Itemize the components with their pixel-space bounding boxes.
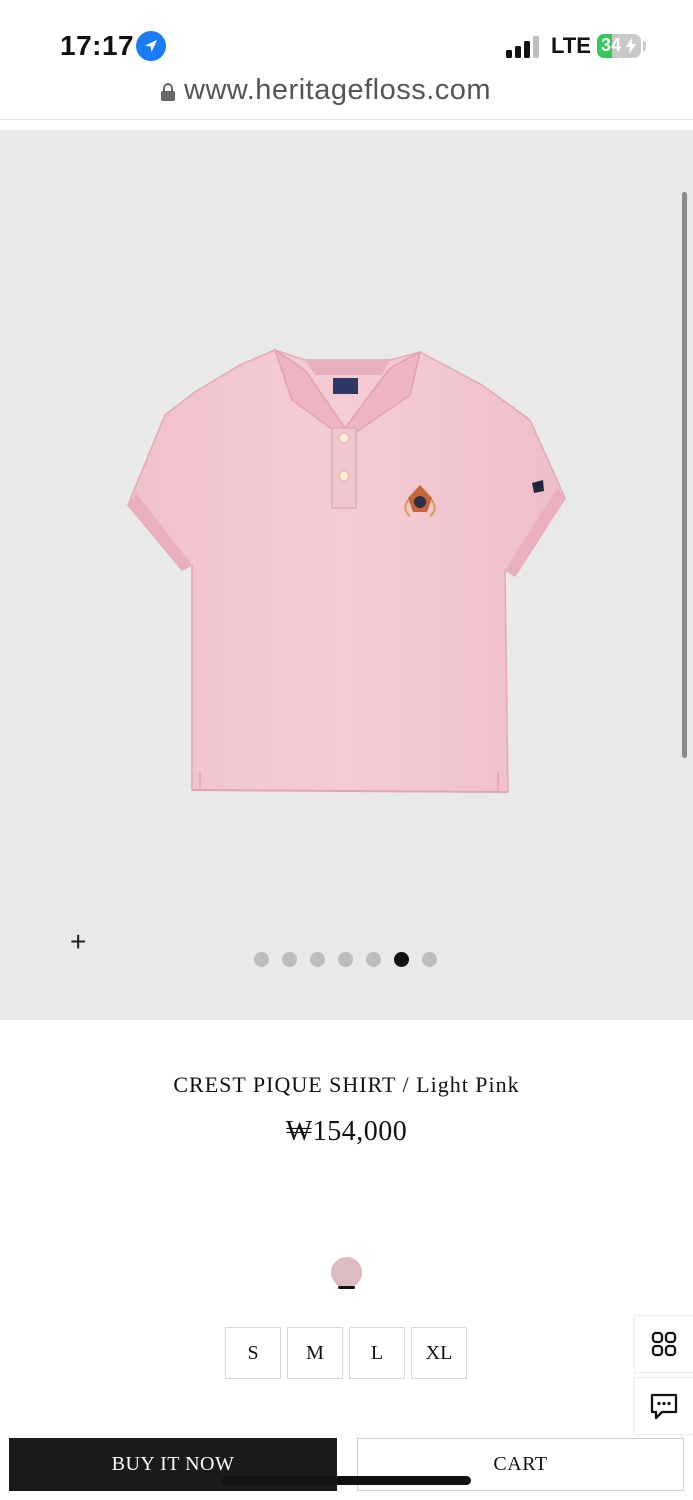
url-text: www.heritagefloss.com — [184, 74, 492, 106]
size-option-m[interactable]: M — [287, 1327, 343, 1379]
size-selector: S M L XL — [225, 1327, 467, 1379]
gallery-dot[interactable] — [310, 952, 325, 967]
gallery-dot[interactable] — [366, 952, 381, 967]
product-image — [127, 348, 566, 793]
gallery-pagination — [254, 952, 437, 968]
gallery-dot[interactable] — [422, 952, 437, 967]
product-title: CREST PIQUE SHIRT / Light Pink — [173, 1072, 520, 1097]
grid-icon — [651, 1331, 677, 1357]
gallery-dot[interactable] — [282, 952, 297, 967]
scrollbar[interactable] — [682, 192, 687, 758]
gallery-dot[interactable] — [338, 952, 353, 967]
product-price: ₩154,000 — [285, 1116, 408, 1147]
color-swatch[interactable] — [331, 1257, 362, 1288]
chat-button[interactable] — [634, 1377, 693, 1435]
status-time: 17:17 — [60, 30, 135, 61]
size-option-l[interactable]: L — [349, 1327, 405, 1379]
size-option-xl[interactable]: XL — [411, 1327, 467, 1379]
address-bar[interactable]: www.heritagefloss.com — [0, 70, 693, 120]
cellular-signal-icon — [506, 36, 542, 58]
network-type: LTE — [551, 33, 591, 58]
gallery-dot[interactable] — [394, 952, 409, 967]
grid-menu-button[interactable] — [634, 1315, 693, 1373]
battery-icon: 34 — [597, 34, 641, 58]
swatch-selected-indicator — [338, 1286, 355, 1289]
product-image-gallery[interactable]: + — [0, 130, 693, 1020]
battery-level: 34 — [601, 35, 622, 55]
battery-cap — [643, 41, 646, 51]
zoom-plus-icon[interactable]: + — [70, 928, 86, 956]
home-indicator[interactable] — [222, 1476, 471, 1485]
lock-icon — [161, 83, 175, 101]
gallery-dot[interactable] — [254, 952, 269, 967]
status-bar: 17:17 LTE 34 — [0, 0, 693, 80]
location-arrow-icon — [136, 31, 166, 61]
divider — [0, 119, 693, 120]
chat-icon — [650, 1393, 678, 1420]
size-option-s[interactable]: S — [225, 1327, 281, 1379]
